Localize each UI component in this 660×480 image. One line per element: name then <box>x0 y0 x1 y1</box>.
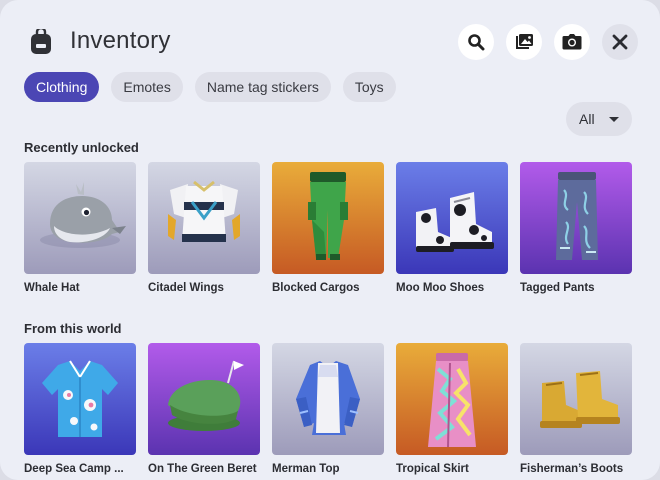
item-thumbnail <box>520 162 632 274</box>
tab-clothing[interactable]: Clothing <box>24 72 100 102</box>
citadel-wings-icon <box>168 180 240 242</box>
tropical-skirt-icon <box>428 353 476 448</box>
camera-icon <box>562 34 582 50</box>
tagged-pants-icon <box>556 172 598 260</box>
gallery-icon <box>516 34 533 49</box>
item-name: Blocked Cargos <box>272 282 360 294</box>
item-card[interactable]: Tropical Skirt <box>396 343 508 475</box>
tab-name-tag-stickers[interactable]: Name tag stickers <box>194 72 331 102</box>
blocked-cargos-icon <box>308 172 348 260</box>
gallery-button[interactable] <box>506 24 542 60</box>
search-button[interactable] <box>458 24 494 60</box>
fishermans-boots-icon <box>540 371 620 428</box>
item-card[interactable]: Blocked Cargos <box>272 162 384 294</box>
filter-dropdown[interactable]: All <box>566 102 632 136</box>
tab-toys[interactable]: Toys <box>342 72 396 102</box>
section-title-recently-unlocked: Recently unlocked <box>24 140 139 155</box>
item-card[interactable]: Whale Hat <box>24 162 136 294</box>
item-card[interactable]: On The Green Beret <box>148 343 260 475</box>
whale-hat-icon <box>40 182 126 248</box>
camera-button[interactable] <box>554 24 590 60</box>
item-thumbnail <box>272 162 384 274</box>
search-icon <box>468 34 485 51</box>
item-thumbnail <box>396 162 508 274</box>
item-thumbnail <box>24 162 136 274</box>
caret-down-icon <box>609 117 619 122</box>
item-name: Tropical Skirt <box>396 463 469 475</box>
close-icon <box>612 34 628 50</box>
item-name: Whale Hat <box>24 282 80 294</box>
item-card[interactable]: Deep Sea Camp ... <box>24 343 136 475</box>
item-thumbnail <box>148 343 260 455</box>
item-name: Tagged Pants <box>520 282 595 294</box>
merman-top-icon <box>296 361 360 435</box>
header: Inventory <box>24 22 638 62</box>
item-name: Deep Sea Camp ... <box>24 463 124 475</box>
item-thumbnail <box>520 343 632 455</box>
item-thumbnail <box>24 343 136 455</box>
item-card[interactable]: Merman Top <box>272 343 384 475</box>
item-card[interactable]: Fisherman’s Boots <box>520 343 632 475</box>
recently-unlocked-row: Whale Hat Citadel Wings Blocked Cargos M… <box>24 162 632 294</box>
item-name: Fisherman’s Boots <box>520 463 624 475</box>
item-name: On The Green Beret <box>148 463 257 475</box>
moo-moo-shoes-icon <box>416 192 494 252</box>
item-name: Moo Moo Shoes <box>396 282 485 294</box>
deep-sea-camp-shirt-icon <box>42 360 118 437</box>
filter-selected-value: All <box>579 111 595 127</box>
on-the-green-beret-icon <box>168 360 244 431</box>
item-thumbnail <box>272 343 384 455</box>
category-tabs: Clothing Emotes Name tag stickers Toys <box>24 72 396 102</box>
from-this-world-row: Deep Sea Camp ... On The Green Beret Mer… <box>24 343 632 475</box>
item-card[interactable]: Moo Moo Shoes <box>396 162 508 294</box>
item-thumbnail <box>148 162 260 274</box>
inventory-panel: Inventory Clothing Emotes Name tag stick… <box>0 0 660 480</box>
close-button[interactable] <box>602 24 638 60</box>
item-name: Merman Top <box>272 463 340 475</box>
item-name: Citadel Wings <box>148 282 224 294</box>
tab-emotes[interactable]: Emotes <box>111 72 183 102</box>
header-actions <box>458 24 638 60</box>
section-title-from-this-world: From this world <box>24 321 122 336</box>
page-title: Inventory <box>70 27 171 54</box>
backpack-icon <box>31 29 51 54</box>
item-thumbnail <box>396 343 508 455</box>
item-card[interactable]: Tagged Pants <box>520 162 632 294</box>
item-card[interactable]: Citadel Wings <box>148 162 260 294</box>
